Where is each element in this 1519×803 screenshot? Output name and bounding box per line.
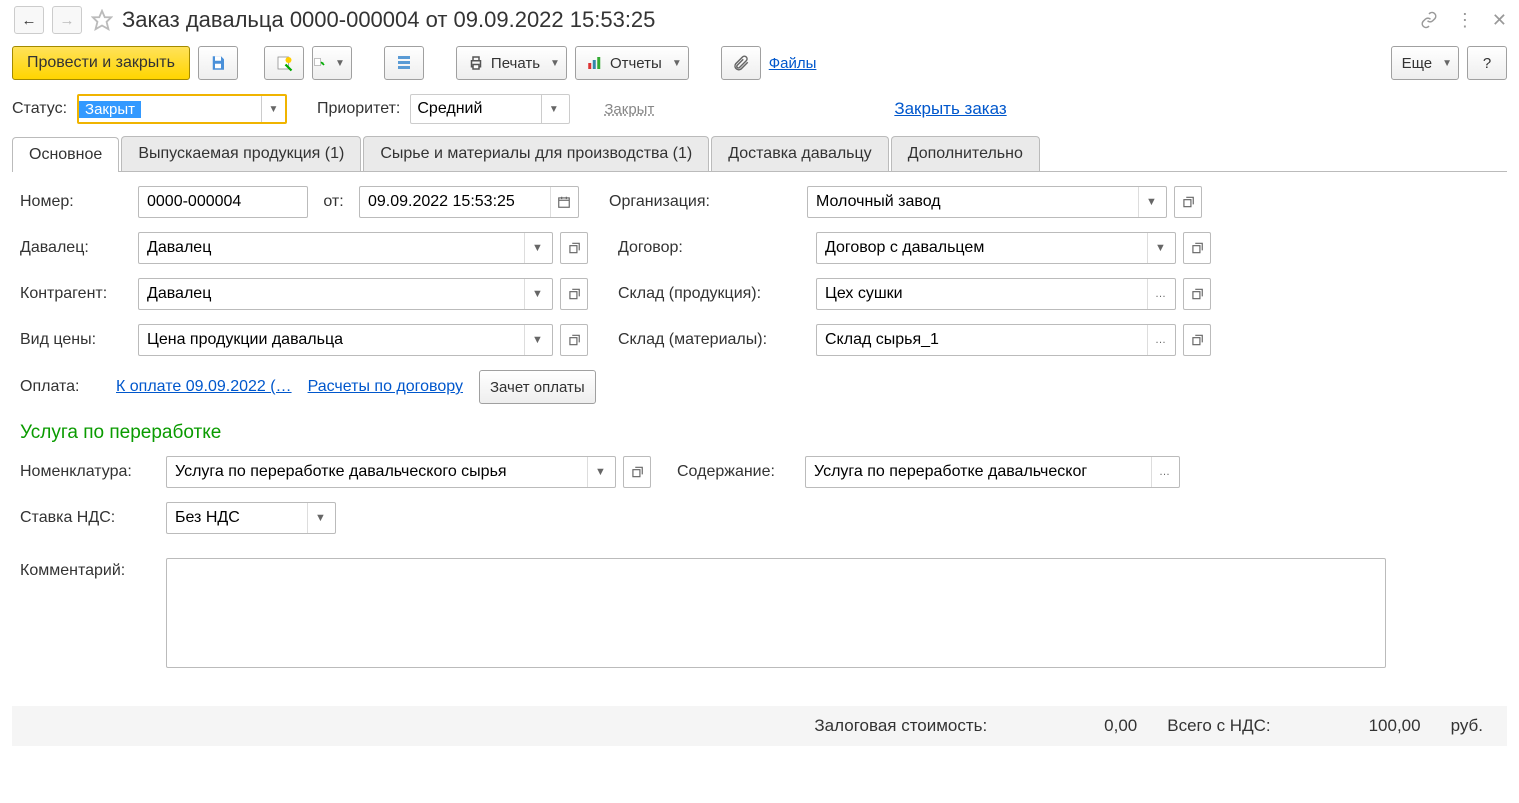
tab-additional[interactable]: Дополнительно xyxy=(891,136,1040,171)
tab-materials[interactable]: Сырье и материалы для производства (1) xyxy=(363,136,709,171)
close-icon[interactable]: ✕ xyxy=(1492,10,1507,31)
comment-label: Комментарий: xyxy=(20,558,158,580)
create-based-on-button[interactable]: ▼ xyxy=(312,46,352,80)
counterparty-input[interactable]: ▼ xyxy=(138,278,553,310)
help-button[interactable]: ? xyxy=(1467,46,1507,80)
calendar-icon[interactable] xyxy=(550,187,576,217)
offset-payment-button[interactable]: Зачет оплаты xyxy=(479,370,596,404)
favorite-star-icon[interactable] xyxy=(90,8,114,32)
warehouse-prod-label: Склад (продукция): xyxy=(618,285,808,303)
files-link[interactable]: Файлы xyxy=(769,55,817,72)
more-button[interactable]: Еще ▼ xyxy=(1391,46,1459,80)
number-label: Номер: xyxy=(20,193,130,211)
nav-forward-button[interactable]: → xyxy=(52,6,82,34)
giver-label: Давалец: xyxy=(20,239,130,257)
chevron-down-icon[interactable]: ▼ xyxy=(307,503,333,533)
ellipsis-icon[interactable]: … xyxy=(1147,279,1173,309)
open-icon[interactable] xyxy=(560,232,588,264)
open-icon[interactable] xyxy=(560,324,588,356)
total-vat-label: Всего с НДС: xyxy=(1167,716,1270,736)
contract-label: Договор: xyxy=(618,239,808,257)
counterparty-label: Контрагент: xyxy=(20,285,130,303)
warehouse-mat-input[interactable]: … xyxy=(816,324,1176,356)
price-type-label: Вид цены: xyxy=(20,331,130,349)
chevron-down-icon: ▼ xyxy=(550,58,560,69)
chevron-down-icon[interactable]: ▼ xyxy=(541,95,565,123)
currency-label: руб. xyxy=(1451,716,1483,736)
tab-delivery[interactable]: Доставка давальцу xyxy=(711,136,888,171)
chevron-down-icon[interactable]: ▼ xyxy=(524,279,550,309)
nomenclature-input[interactable]: ▼ xyxy=(166,456,616,488)
chevron-down-icon[interactable]: ▼ xyxy=(524,325,550,355)
payment-label: Оплата: xyxy=(20,378,100,396)
page-title: Заказ давальца 0000-000004 от 09.09.2022… xyxy=(122,7,1412,33)
chevron-down-icon[interactable]: ▼ xyxy=(1138,187,1164,217)
service-section-title: Услуга по переработке xyxy=(20,422,1499,444)
warehouse-prod-input[interactable]: … xyxy=(816,278,1176,310)
status-label: Статус: xyxy=(12,100,67,118)
vat-label: Ставка НДС: xyxy=(20,509,158,527)
total-vat-value: 100,00 xyxy=(1301,716,1421,736)
reports-button[interactable]: Отчеты ▼ xyxy=(575,46,689,80)
print-button[interactable]: Печать ▼ xyxy=(456,46,567,80)
post-button[interactable] xyxy=(264,46,304,80)
content-label: Содержание: xyxy=(677,463,797,481)
ellipsis-icon[interactable]: … xyxy=(1151,457,1177,487)
nomenclature-label: Номенклатура: xyxy=(20,463,158,481)
number-input[interactable] xyxy=(138,186,308,218)
chevron-down-icon[interactable]: ▼ xyxy=(261,96,285,122)
chevron-down-icon: ▼ xyxy=(335,58,345,69)
vat-select[interactable]: ▼ xyxy=(166,502,336,534)
structure-button[interactable] xyxy=(384,46,424,80)
payment-link[interactable]: К оплате 09.09.2022 (… xyxy=(116,378,292,396)
chevron-down-icon[interactable]: ▼ xyxy=(1147,233,1173,263)
kebab-menu-icon[interactable]: ⋮ xyxy=(1456,10,1474,31)
chevron-down-icon: ▼ xyxy=(672,58,682,69)
comment-textarea[interactable] xyxy=(166,558,1386,668)
chevron-down-icon[interactable]: ▼ xyxy=(587,457,613,487)
date-input[interactable] xyxy=(359,186,579,218)
save-button[interactable] xyxy=(198,46,238,80)
status-select[interactable]: Закрыт ▼ xyxy=(77,94,287,124)
org-label: Организация: xyxy=(609,193,799,211)
close-order-link[interactable]: Закрыть заказ xyxy=(894,99,1006,119)
warehouse-mat-label: Склад (материалы): xyxy=(618,331,808,349)
tab-products[interactable]: Выпускаемая продукция (1) xyxy=(121,136,361,171)
open-icon[interactable] xyxy=(1183,324,1211,356)
closed-hint[interactable]: Закрыт xyxy=(604,101,654,118)
link-icon[interactable] xyxy=(1420,11,1438,29)
open-icon[interactable] xyxy=(623,456,651,488)
ellipsis-icon[interactable]: … xyxy=(1147,325,1173,355)
deposit-value: 0,00 xyxy=(1017,716,1137,736)
open-icon[interactable] xyxy=(1174,186,1202,218)
attach-button[interactable] xyxy=(721,46,761,80)
open-icon[interactable] xyxy=(1183,278,1211,310)
priority-label: Приоритет: xyxy=(317,100,400,118)
open-icon[interactable] xyxy=(1183,232,1211,264)
from-label: от: xyxy=(316,193,351,211)
settlements-link[interactable]: Расчеты по договору xyxy=(308,378,463,396)
price-type-input[interactable]: ▼ xyxy=(138,324,553,356)
content-input[interactable]: … xyxy=(805,456,1180,488)
open-icon[interactable] xyxy=(560,278,588,310)
priority-select[interactable]: ▼ xyxy=(410,94,570,124)
deposit-label: Залоговая стоимость: xyxy=(814,716,987,736)
giver-input[interactable]: ▼ xyxy=(138,232,553,264)
nav-back-button[interactable]: ← xyxy=(14,6,44,34)
org-input[interactable]: ▼ xyxy=(807,186,1167,218)
chevron-down-icon[interactable]: ▼ xyxy=(524,233,550,263)
chevron-down-icon: ▼ xyxy=(1442,58,1452,69)
post-and-close-button[interactable]: Провести и закрыть xyxy=(12,46,190,80)
tab-main[interactable]: Основное xyxy=(12,137,119,172)
contract-input[interactable]: ▼ xyxy=(816,232,1176,264)
